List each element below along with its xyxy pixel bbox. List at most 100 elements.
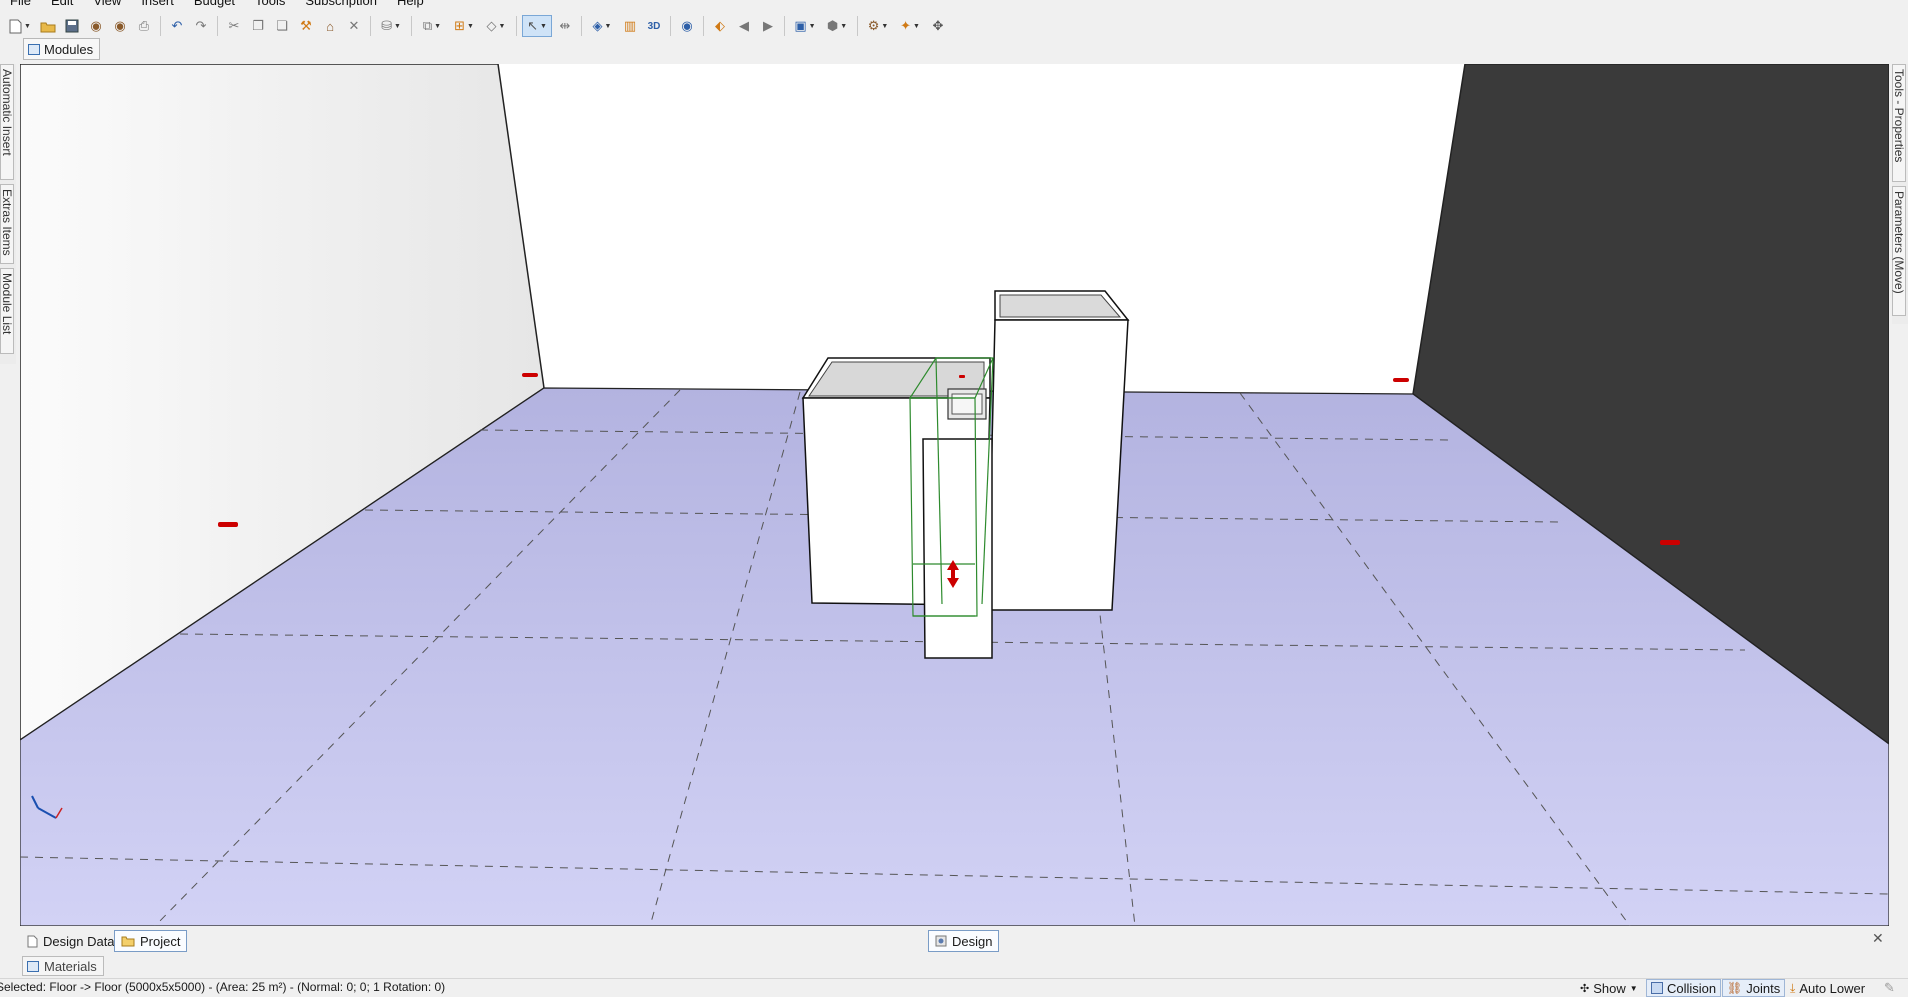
- show-icon: ✣: [1580, 982, 1590, 995]
- document-icon: [27, 935, 38, 947]
- magic-icon[interactable]: ✦ ▼: [895, 15, 925, 37]
- menu-view[interactable]: View: [83, 0, 131, 8]
- toolbar-separator: [411, 16, 412, 36]
- modules-icon: [28, 43, 40, 55]
- status-selection-text: Selected: Floor -> Floor (5000x5x5000) -…: [0, 980, 446, 994]
- render-2-icon[interactable]: ◉: [109, 15, 131, 37]
- toolbar-separator: [581, 16, 582, 36]
- view-right-icon[interactable]: ▶: [757, 15, 779, 37]
- toolbar-separator: [516, 16, 517, 36]
- toolbar-separator: [703, 16, 704, 36]
- brush-icon[interactable]: ⌂: [319, 15, 341, 37]
- menu-bar: File Edit View Insert Budget Tools Subsc…: [0, 0, 1908, 8]
- menu-help[interactable]: Help: [387, 0, 434, 8]
- side-tab-label: Parameters (Move): [1892, 191, 1906, 294]
- shape-icon[interactable]: ◇ ▼: [481, 15, 511, 37]
- move-icon[interactable]: ✥: [927, 15, 949, 37]
- toolbar-separator: [160, 16, 161, 36]
- delete-icon[interactable]: ✕: [343, 15, 365, 37]
- side-tab-label: Tools - Properties: [1892, 69, 1906, 163]
- collision-toggle[interactable]: Collision: [1646, 979, 1722, 997]
- toolbar-separator: [217, 16, 218, 36]
- toolbar-separator: [784, 16, 785, 36]
- tab-design-data[interactable]: Design Data: [20, 930, 122, 952]
- cut-icon[interactable]: ✂: [223, 15, 245, 37]
- side-tab-automatic-insert[interactable]: Automatic Insert: [0, 64, 14, 180]
- chevron-down-icon: ▼: [1629, 983, 1638, 993]
- side-tab-label: Module List: [0, 273, 14, 335]
- materials-tab[interactable]: Materials: [22, 956, 104, 976]
- layers-icon[interactable]: ⛁ ▼: [376, 15, 406, 37]
- new-icon[interactable]: ▼: [5, 15, 35, 37]
- side-tab-label: Automatic Insert: [0, 69, 14, 156]
- toolbar-separator: [670, 16, 671, 36]
- main-toolbar: ▼ ◉ ◉ ⎙ ↶ ↷ ✂ ❐ ❏ ⚒ ⌂ ✕ ⛁ ▼ ⧉ ▼ ⊞ ▼ ◇ ▼ ↖ ▼ ⇹…: [0, 10, 1908, 42]
- tab-design-label: Design: [952, 933, 993, 949]
- open-icon[interactable]: [37, 15, 59, 37]
- select-icon[interactable]: ↖ ▼: [522, 15, 552, 37]
- joints-label: Joints: [1746, 980, 1781, 996]
- left-side-panel: Automatic Insert Extras Items Module Lis…: [0, 64, 16, 364]
- cube-layers-icon[interactable]: ◈ ▼: [587, 15, 617, 37]
- close-icon[interactable]: ✕: [1872, 930, 1884, 947]
- side-tab-module-list[interactable]: Module List: [0, 268, 14, 354]
- modules-tab[interactable]: Modules: [23, 38, 101, 60]
- right-side-panel: Tools - Properties Parameters (Move): [1892, 64, 1908, 324]
- tab-project[interactable]: Project: [114, 930, 188, 952]
- redo-icon[interactable]: ↷: [190, 15, 212, 37]
- bottom-tab-bar: Design Data Project Design ✕: [20, 930, 1889, 952]
- settings-icon[interactable]: ✎: [1880, 979, 1899, 997]
- collision-label: Collision: [1667, 980, 1717, 996]
- menu-tools[interactable]: Tools: [245, 0, 295, 8]
- side-tab-label: Extras Items: [0, 189, 14, 256]
- view-front-icon[interactable]: ⬖: [709, 15, 731, 37]
- toolbar-separator: [370, 16, 371, 36]
- group-icon[interactable]: ⊞ ▼: [449, 15, 479, 37]
- side-tab-parameters[interactable]: Parameters (Move): [1892, 186, 1906, 316]
- box-icon[interactable]: ⬢ ▼: [822, 15, 852, 37]
- tab-design-data-label: Design Data: [43, 933, 115, 949]
- menu-file[interactable]: File: [0, 0, 41, 8]
- toolbar-separator: [857, 16, 858, 36]
- hammer-icon[interactable]: ⚒: [295, 15, 317, 37]
- 3d-scene[interactable]: [20, 64, 1889, 926]
- side-tab-extras-items[interactable]: Extras Items: [0, 184, 14, 264]
- folder-icon: [121, 936, 135, 947]
- design-icon: [935, 935, 947, 947]
- view-left-icon[interactable]: ◀: [733, 15, 755, 37]
- modules-tab-label: Modules: [44, 41, 94, 57]
- 3d-viewport[interactable]: [20, 64, 1889, 926]
- dimension-icon[interactable]: ▥: [619, 15, 641, 37]
- auto-lower-label: Auto Lower: [1799, 980, 1866, 996]
- tab-project-label: Project: [140, 933, 181, 949]
- joints-toggle[interactable]: ⛓ Joints: [1722, 979, 1786, 997]
- menu-edit[interactable]: Edit: [41, 0, 83, 8]
- auto-lower-toggle[interactable]: ⤓ Auto Lower: [1786, 979, 1869, 997]
- show-dropdown[interactable]: ✣ Show ▼: [1576, 979, 1642, 997]
- eye-icon[interactable]: ◉: [676, 15, 698, 37]
- materials-tab-label: Materials: [44, 958, 97, 974]
- auto-lower-icon: ⤓: [1790, 980, 1796, 995]
- measure-icon[interactable]: ⇹: [554, 15, 576, 37]
- show-label: Show: [1593, 980, 1626, 996]
- print-icon[interactable]: ⎙: [133, 15, 155, 37]
- menu-budget[interactable]: Budget: [184, 0, 245, 8]
- menu-insert[interactable]: Insert: [131, 0, 184, 8]
- paste-icon[interactable]: ❏: [271, 15, 293, 37]
- collision-icon: [1651, 982, 1663, 994]
- copy-icon[interactable]: ❐: [247, 15, 269, 37]
- status-bar: Selected: Floor -> Floor (5000x5x5000) -…: [0, 978, 1908, 997]
- 3d-icon[interactable]: 3D: [643, 15, 665, 37]
- arrange-icon[interactable]: ⧉ ▼: [417, 15, 447, 37]
- cabinet-right[interactable]: [987, 290, 1130, 611]
- joints-icon: ⛓: [1727, 981, 1743, 995]
- view-box-icon[interactable]: ▣ ▼: [790, 15, 820, 37]
- tools-icon[interactable]: ⚙ ▼: [863, 15, 893, 37]
- materials-icon: [27, 960, 39, 972]
- menu-subscription[interactable]: Subscription: [295, 0, 387, 8]
- tab-design[interactable]: Design: [928, 930, 1000, 952]
- undo-icon[interactable]: ↶: [166, 15, 188, 37]
- save-icon[interactable]: [61, 15, 83, 37]
- render-icon[interactable]: ◉: [85, 15, 107, 37]
- side-tab-tools-properties[interactable]: Tools - Properties: [1892, 64, 1906, 182]
